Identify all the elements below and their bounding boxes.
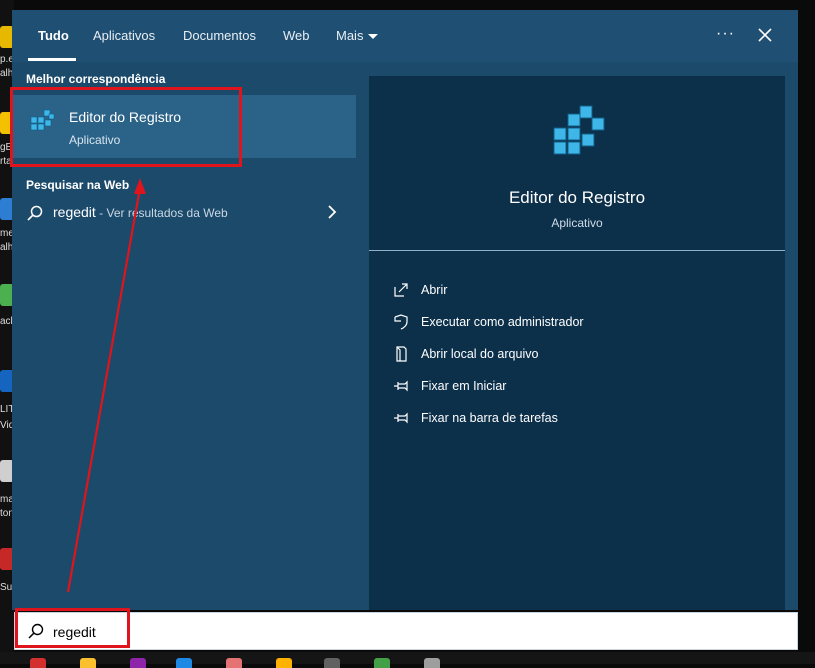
web-search-query-text: regedit — [53, 204, 96, 220]
divider — [369, 250, 785, 251]
web-search-hint: - Ver resultados da Web — [95, 206, 228, 220]
taskbar-app-icon[interactable] — [424, 658, 440, 668]
registry-editor-icon — [553, 105, 605, 155]
tab-bar: Tudo Aplicativos Documentos Web Mais ··· — [12, 10, 798, 62]
tab-more[interactable]: Mais — [336, 28, 379, 43]
search-icon — [27, 205, 43, 221]
active-tab-indicator — [28, 58, 76, 61]
tab-all[interactable]: Tudo — [38, 28, 69, 43]
pin-icon — [394, 412, 408, 424]
action-run-as-admin-label: Executar como administrador — [421, 315, 584, 329]
chevron-down-icon — [368, 34, 379, 40]
section-best-match: Melhor correspondência — [26, 72, 166, 86]
taskbar-app-icon[interactable] — [374, 658, 390, 668]
tab-web[interactable]: Web — [283, 28, 310, 43]
taskbar-app-icon[interactable] — [130, 658, 146, 668]
preview-pane: Editor do Registro Aplicativo Abrir Exec… — [369, 76, 785, 610]
section-web-search: Pesquisar na Web — [26, 178, 130, 192]
taskbar-app-icon[interactable] — [324, 658, 340, 668]
action-pin-taskbar-label: Fixar na barra de tarefas — [421, 411, 558, 425]
shield-icon — [394, 314, 408, 330]
annotation-highlight-search-box — [15, 608, 130, 648]
action-pin-start-label: Fixar em Iniciar — [421, 379, 507, 393]
ellipsis-icon[interactable]: ··· — [716, 25, 735, 43]
close-icon[interactable] — [756, 26, 774, 44]
taskbar-app-icon[interactable] — [176, 658, 192, 668]
action-open-label: Abrir — [421, 283, 448, 297]
action-open-file-location-label: Abrir local do arquivo — [421, 347, 539, 361]
preview-title: Editor do Registro — [508, 188, 646, 207]
taskbar-app-icon[interactable] — [276, 658, 292, 668]
tab-more-label: Mais — [336, 28, 364, 43]
taskbar-app-icon[interactable] — [226, 658, 242, 668]
tab-documents[interactable]: Documentos — [183, 28, 256, 43]
desktop-edge-right — [797, 0, 815, 664]
taskbar-app-icon[interactable] — [80, 658, 96, 668]
preview-subtitle: Aplicativo — [551, 216, 603, 230]
tab-apps[interactable]: Aplicativos — [93, 28, 155, 43]
web-search-query: regedit - Ver resultados da Web — [53, 204, 228, 220]
chevron-right-icon[interactable] — [326, 204, 338, 220]
taskbar-app-icon[interactable] — [30, 658, 46, 668]
open-icon — [394, 283, 408, 297]
web-search-result[interactable]: regedit - Ver resultados da Web — [12, 198, 356, 230]
taskbar — [0, 652, 815, 668]
file-location-icon — [396, 346, 407, 362]
search-box[interactable]: regedit — [14, 612, 798, 650]
annotation-highlight-best-match — [10, 87, 242, 167]
pin-icon — [394, 380, 408, 392]
